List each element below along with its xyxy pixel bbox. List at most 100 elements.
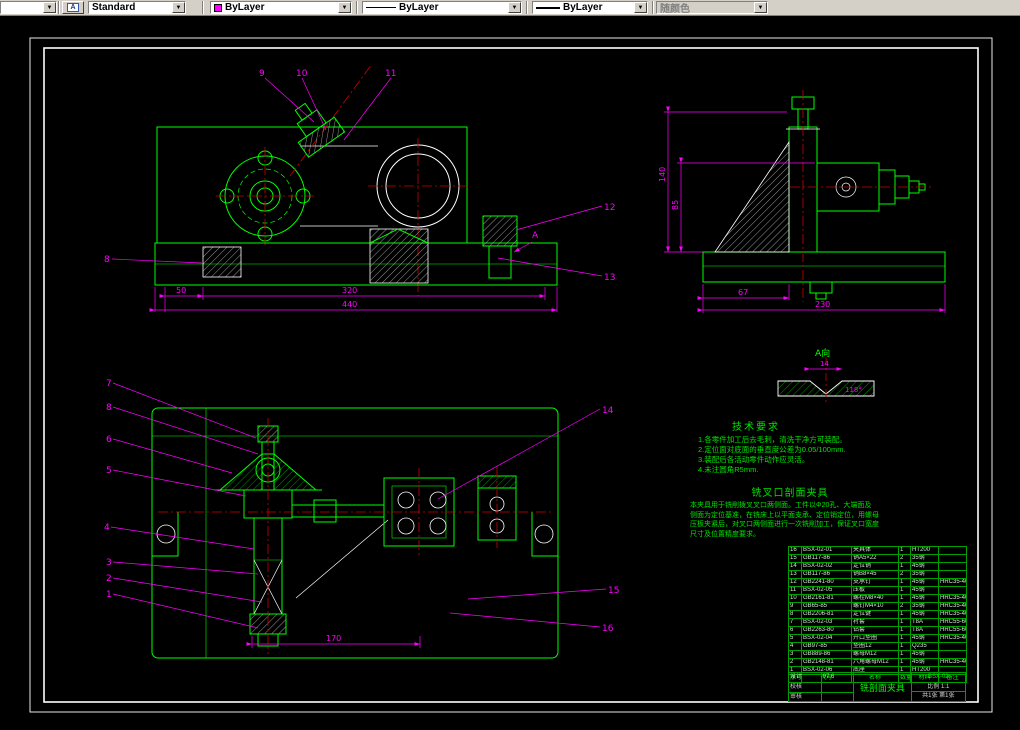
sheet-count: 共1张 第1张 [922,693,955,700]
chevron-down-icon[interactable]: ▼ [508,2,521,13]
chevron-down-icon[interactable]: ▼ [634,2,647,13]
dimension-label: 170 [326,634,341,643]
balloon-label: 4 [104,523,110,533]
chevron-down-icon: ▼ [754,2,767,13]
layer-combo-value [1,2,43,13]
chevron-down-icon[interactable]: ▼ [338,2,351,13]
balloon-label: 8 [106,403,112,413]
plan-callouts: 7 8 6 5 4 3 2 1 14 15 16 [104,379,619,634]
balloon-label: 14 [602,406,614,416]
balloon-label: 13 [604,273,615,283]
fixture-description-title: 铣叉口剖面夹具 [751,488,829,499]
balloon-label: 7 [106,379,112,389]
front-dimensions: 50 320 440 [149,286,558,312]
lineweight-preview-icon [536,6,560,9]
plan-view[interactable] [151,407,559,659]
bom-row: 13 GB117-86 销B8×45 2 35钢 [788,570,967,579]
tech-req-line: 3.装配后各活动零件动作应灵活。 [698,455,810,464]
style-preview-icon: A [67,3,79,12]
bom-row: 8 GB2206-81 定位键 1 45钢 HRC35-40 [788,610,967,619]
front-callouts: 9 10 11 8 12 13 A [104,69,615,283]
bom-row: 9 GB65-85 螺钉M4×10 2 35钢 HRC35-40 [788,602,967,611]
dimension-label: 118° [845,386,862,394]
color-swatch-icon [214,3,222,12]
balloon-label: 9 [259,69,265,79]
dimension-label: 67 [738,288,748,297]
lineweight-combo[interactable]: ByLayer ▼ [532,1,648,14]
tech-req-line: 2.定位面对底面的垂直度公差为0.05/100mm. [698,445,846,454]
bom-row: 6 GB2263-80 钻套 1 T8A HRC55-60 [788,626,967,635]
balloon-label: 16 [602,624,614,634]
balloon-label: 12 [604,203,615,213]
title-block-signatures: 设计 07.6 校核 审核 [789,673,855,702]
bom-row: 15 GB117-86 销A5×22 2 35钢 [788,554,967,563]
technical-requirements: 技术要求 1.各零件加工后去毛刺，清洗干净方可装配。 2.定位面对底面的垂直度公… [698,418,888,475]
bom-row: 11 BSX-02-05 压板 1 45钢 [788,586,967,595]
dimension-label: 85 [671,200,680,210]
bom-row: 5 BSX-02-04 开口垫圈 1 45钢 HRC35-40 [788,634,967,643]
text-style-icon[interactable]: A [62,1,84,14]
audit-label: 审核 [789,693,822,702]
dimension-label: 440 [342,300,357,309]
plot-style-combo: 随颜色 ▼ [656,1,768,14]
bom-row: 3 GB889-86 螺母M12 1 45钢 [788,650,967,659]
tech-req-line: 1.各零件加工后去毛刺，清洗干净方可装配。 [698,435,847,444]
text-style-value: Standard [92,2,136,13]
balloon-label: 8 [104,255,110,265]
title-block: 设计 07.6 校核 审核 铣剖面夹具 BSX-02 比例 1:1 共1张 第1… [788,672,966,702]
tech-req-line: 4.未注圆角R5mm. [698,465,759,474]
balloon-label: 3 [106,558,112,568]
dimension-label: 14 [820,360,829,368]
dimension-label: 320 [342,286,357,295]
linetype-value: ByLayer [399,2,439,13]
linetype-combo[interactable]: ByLayer ▼ [362,1,522,14]
bom-table-body: 16 BSX-02-01 夹具体 1 HT200 15 GB117-86 销A5×22 2 35钢… [788,546,967,683]
toolbar-separator [652,1,654,14]
design-label: 设计 [789,673,822,682]
lineweight-value: ByLayer [563,2,603,13]
drawing-area[interactable]: 9 10 11 8 12 13 A 50 320 440 140 85 67 2… [0,16,1020,730]
balloon-label: 15 [608,586,619,596]
dimension-label: 140 [658,167,667,182]
bom-row: 16 BSX-02-01 夹具体 1 HT200 [788,546,967,555]
balloon-label: 5 [106,466,112,476]
layer-combo[interactable]: ▼ [0,1,57,14]
title-block-info: BSX-02 比例 1:1 共1张 第1张 [911,673,965,701]
linetype-preview-icon [366,7,396,8]
design-date: 07.6 [822,673,855,682]
text-style-combo[interactable]: Standard ▼ [88,1,186,14]
color-value: ByLayer [225,2,265,13]
chevron-down-icon[interactable]: ▼ [43,2,56,13]
front-view[interactable] [154,63,558,296]
bom-row: 14 BSX-02-02 定位销 1 45钢 [788,562,967,571]
balloon-label: 6 [106,435,112,445]
balloon-label: 2 [106,574,112,584]
toolbar-separator [526,1,528,14]
balloon-label: 10 [296,69,308,79]
fixture-description-line: 本夹具用于铣削拨叉叉口两侧面。工件以Φ20孔、大端面及 [690,502,872,509]
bom-row: 2 GB2148-81 六角螺母M12 1 45钢 HRC35-40 [788,658,967,667]
balloon-label: 11 [385,69,396,79]
bom-row: 10 GB2161-81 螺栓M8×40 1 45钢 HRC35-40 [788,594,967,603]
scale-label: 比例 [927,683,940,690]
side-view[interactable] [702,90,946,302]
toolbar-separator [356,1,358,14]
bom-table: 16 BSX-02-01 夹具体 1 HT200 15 GB117-86 销A5×22 2 35钢… [788,546,967,683]
chevron-down-icon[interactable]: ▼ [172,2,185,13]
side-dimensions: 140 85 67 230 [658,106,946,313]
fixture-description-line: 尺寸及位置精度要求。 [690,530,760,538]
color-combo[interactable]: ByLayer ▼ [210,1,352,14]
balloon-label: 1 [106,590,112,600]
part-name: 铣剖面夹具 [854,673,912,701]
scale-value: 1:1 [940,683,950,690]
plot-style-value: 随颜色 [660,4,690,13]
bom-row: 4 GB97-85 垫圈12 1 Q235 [788,642,967,651]
detail-view-a[interactable]: A向 14 118° [777,347,875,403]
fixture-description-line: 压板夹紧后，对叉口两侧面进行一次铣削加工，保证叉口宽度 [690,521,879,528]
drawing-number: BSX-02 [911,673,965,683]
dimension-label: 230 [815,300,830,309]
bom-row: 12 GB2241-80 支承钉 1 45钢 HRC35-40 [788,578,967,587]
check-label: 校核 [789,683,822,692]
toolbar-separator [58,1,60,14]
fixture-description: 铣叉口剖面夹具 本夹具用于铣削拨叉叉口两侧面。工件以Φ20孔、大端面及 侧面为定… [690,484,890,539]
